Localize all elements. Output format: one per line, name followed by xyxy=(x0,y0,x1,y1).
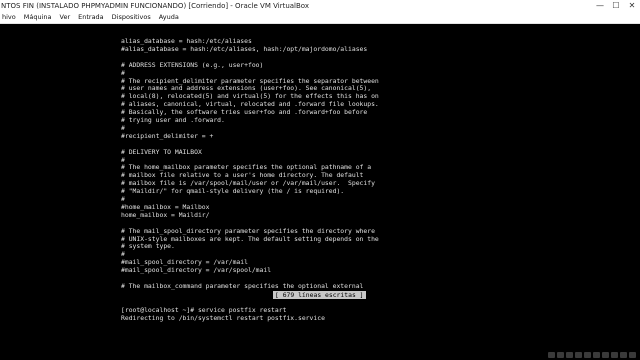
menu-ver[interactable]: Ver xyxy=(56,12,75,23)
menu-dispositivos[interactable]: Dispositivos xyxy=(108,12,155,23)
shared-folder-icon[interactable] xyxy=(584,352,591,358)
window-title: NTOS FIN (INSTALADO PHPMYADMIN FUNCIONAN… xyxy=(1,2,309,10)
disk-icon[interactable] xyxy=(548,352,555,358)
cpu-icon[interactable] xyxy=(611,352,618,358)
terminal-line: # system type. xyxy=(121,242,175,251)
mouse-integration-icon[interactable] xyxy=(620,352,627,358)
terminal-line: # The mailbox_command parameter specifie… xyxy=(121,281,364,290)
menu-archivo[interactable]: hivo xyxy=(0,12,20,23)
menu-maquina[interactable]: Máquina xyxy=(20,12,56,23)
display-icon[interactable] xyxy=(593,352,600,358)
usb-icon[interactable] xyxy=(575,352,582,358)
record-icon[interactable] xyxy=(602,352,609,358)
terminal-line: # trying user and .forward. xyxy=(121,116,225,124)
terminal-line: # UNIX-style mailboxes are kept. The def… xyxy=(121,234,379,243)
window-controls: — ☐ ✕ xyxy=(592,0,640,12)
menu-bar: hivo Máquina Ver Entrada Dispositivos Ay… xyxy=(0,12,640,24)
minimize-button[interactable]: — xyxy=(592,0,608,12)
menu-ayuda[interactable]: Ayuda xyxy=(155,12,183,23)
window-titlebar: NTOS FIN (INSTALADO PHPMYADMIN FUNCIONAN… xyxy=(0,0,640,12)
terminal-line: #recipient_delimiter = + xyxy=(121,131,214,140)
terminal-line: # DELIVERY TO MAILBOX xyxy=(121,147,202,156)
menu-entrada[interactable]: Entrada xyxy=(74,12,108,23)
terminal-line: #alias_database = hash:/etc/aliases, has… xyxy=(121,44,368,53)
vm-status-icons xyxy=(548,352,636,358)
guest-console[interactable]: alias_database = hash:/etc/aliases #alias… xyxy=(121,37,519,338)
terminal-line: home_mailbox = Maildir/ xyxy=(121,210,210,219)
terminal-line: #mail_spool_directory = /var/spool/mail xyxy=(121,266,272,275)
nano-status-message: [ 679 líneas escritas ] xyxy=(273,290,366,299)
terminal-line: # ADDRESS EXTENSIONS (e.g., user+foo) xyxy=(121,60,264,69)
network-icon[interactable] xyxy=(566,352,573,358)
host-key-icon[interactable] xyxy=(629,352,636,358)
optical-drive-icon[interactable] xyxy=(557,352,564,358)
terminal-line: # "Maildir/" for qmail-style delivery (t… xyxy=(121,187,345,196)
vm-display[interactable]: alias_database = hash:/etc/aliases #alias… xyxy=(0,24,640,360)
maximize-button[interactable]: ☐ xyxy=(608,0,624,12)
terminal-line: Redirecting to /bin/systemctl restart po… xyxy=(121,313,325,322)
close-button[interactable]: ✕ xyxy=(624,0,640,12)
